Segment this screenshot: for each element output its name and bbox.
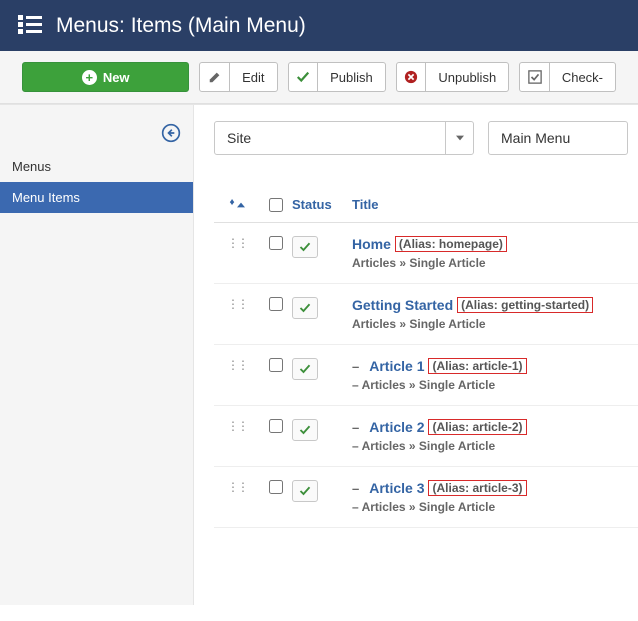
column-checkbox (260, 198, 292, 212)
select-all-checkbox[interactable] (269, 198, 283, 212)
row-checkbox[interactable] (269, 297, 283, 311)
table-row: ⋮⋮ Home (Alias: homepage) Articles » Singl… (214, 223, 638, 284)
sidebar-collapse-button[interactable] (0, 119, 193, 151)
content-area: Site Main Menu ♦ Status (194, 105, 638, 605)
item-breadcrumb: Articles » Single Article (352, 256, 628, 270)
unpublish-button-label: Unpublish (426, 70, 508, 85)
table-row: ⋮⋮ –Article 3 (Alias: article-3) Articles … (214, 467, 638, 528)
new-button-label: New (103, 70, 130, 85)
check-icon (289, 63, 319, 91)
item-title-link[interactable]: Article 3 (369, 480, 424, 496)
tree-indent-icon: – (352, 359, 359, 374)
column-order[interactable]: ♦ (214, 197, 260, 212)
site-select[interactable]: Site (214, 121, 474, 155)
unpublish-button[interactable]: Unpublish (396, 62, 509, 92)
row-checkbox[interactable] (269, 480, 283, 494)
item-alias: (Alias: article-2) (428, 419, 526, 435)
item-title-link[interactable]: Article 1 (369, 358, 424, 374)
filter-bar: Site Main Menu (214, 121, 638, 155)
drag-handle-icon[interactable]: ⋮⋮ (227, 419, 247, 433)
page-header: Menus: Items (Main Menu) (0, 0, 638, 51)
plus-icon: + (82, 70, 97, 85)
sidebar-item-label: Menus (12, 159, 51, 174)
column-title[interactable]: Title (352, 197, 638, 212)
publish-button[interactable]: Publish (288, 62, 386, 92)
item-breadcrumb: Articles » Single Article (352, 500, 628, 514)
edit-button-label: Edit (230, 70, 276, 85)
menu-select[interactable]: Main Menu (488, 121, 628, 155)
x-circle-icon (397, 63, 427, 91)
drag-handle-icon[interactable]: ⋮⋮ (227, 236, 247, 250)
drag-handle-icon[interactable]: ⋮⋮ (227, 297, 247, 311)
row-checkbox[interactable] (269, 358, 283, 372)
item-title-link[interactable]: Home (352, 236, 391, 252)
checkin-button-label: Check- (550, 70, 615, 85)
tree-indent-icon: – (352, 420, 359, 435)
items-table: ♦ Status Title ⋮⋮ Home (Alias: homepage) A… (214, 189, 638, 528)
row-checkbox[interactable] (269, 419, 283, 433)
checkbox-icon (520, 63, 550, 91)
table-row: ⋮⋮ –Article 1 (Alias: article-1) Articles … (214, 345, 638, 406)
item-title-link[interactable]: Article 2 (369, 419, 424, 435)
list-icon (18, 12, 42, 39)
item-breadcrumb: Articles » Single Article (352, 378, 628, 392)
status-toggle[interactable] (292, 358, 318, 380)
status-toggle[interactable] (292, 480, 318, 502)
item-alias: (Alias: article-3) (428, 480, 526, 496)
tree-indent-icon: – (352, 481, 359, 496)
sidebar: Menus Menu Items (0, 105, 194, 605)
item-alias: (Alias: article-1) (428, 358, 526, 374)
table-header: ♦ Status Title (214, 189, 638, 223)
status-toggle[interactable] (292, 297, 318, 319)
column-status[interactable]: Status (292, 197, 352, 212)
row-checkbox[interactable] (269, 236, 283, 250)
sidebar-item-label: Menu Items (12, 190, 80, 205)
status-toggle[interactable] (292, 236, 318, 258)
caret-down-icon (445, 122, 473, 154)
status-toggle[interactable] (292, 419, 318, 441)
page-title: Menus: Items (Main Menu) (56, 14, 306, 38)
item-alias: (Alias: homepage) (395, 236, 507, 252)
sort-icon: ♦ (229, 197, 234, 212)
drag-handle-icon[interactable]: ⋮⋮ (227, 480, 247, 494)
table-row: ⋮⋮ –Article 2 (Alias: article-2) Articles … (214, 406, 638, 467)
item-alias: (Alias: getting-started) (457, 297, 593, 313)
pencil-icon (200, 63, 230, 91)
sidebar-item-menu-items[interactable]: Menu Items (0, 182, 193, 213)
item-breadcrumb: Articles » Single Article (352, 439, 628, 453)
toolbar: + New Edit Publish Unpublish Check- (0, 51, 638, 104)
sidebar-item-menus[interactable]: Menus (0, 151, 193, 182)
new-button[interactable]: + New (22, 62, 189, 92)
sort-asc-icon (237, 197, 245, 212)
table-row: ⋮⋮ Getting Started (Alias: getting-starte… (214, 284, 638, 345)
item-title-link[interactable]: Getting Started (352, 297, 453, 313)
checkin-button[interactable]: Check- (519, 62, 616, 92)
site-select-value: Site (215, 130, 445, 146)
menu-select-value: Main Menu (489, 130, 627, 146)
edit-button[interactable]: Edit (199, 62, 277, 92)
publish-button-label: Publish (318, 70, 385, 85)
drag-handle-icon[interactable]: ⋮⋮ (227, 358, 247, 372)
item-breadcrumb: Articles » Single Article (352, 317, 628, 331)
